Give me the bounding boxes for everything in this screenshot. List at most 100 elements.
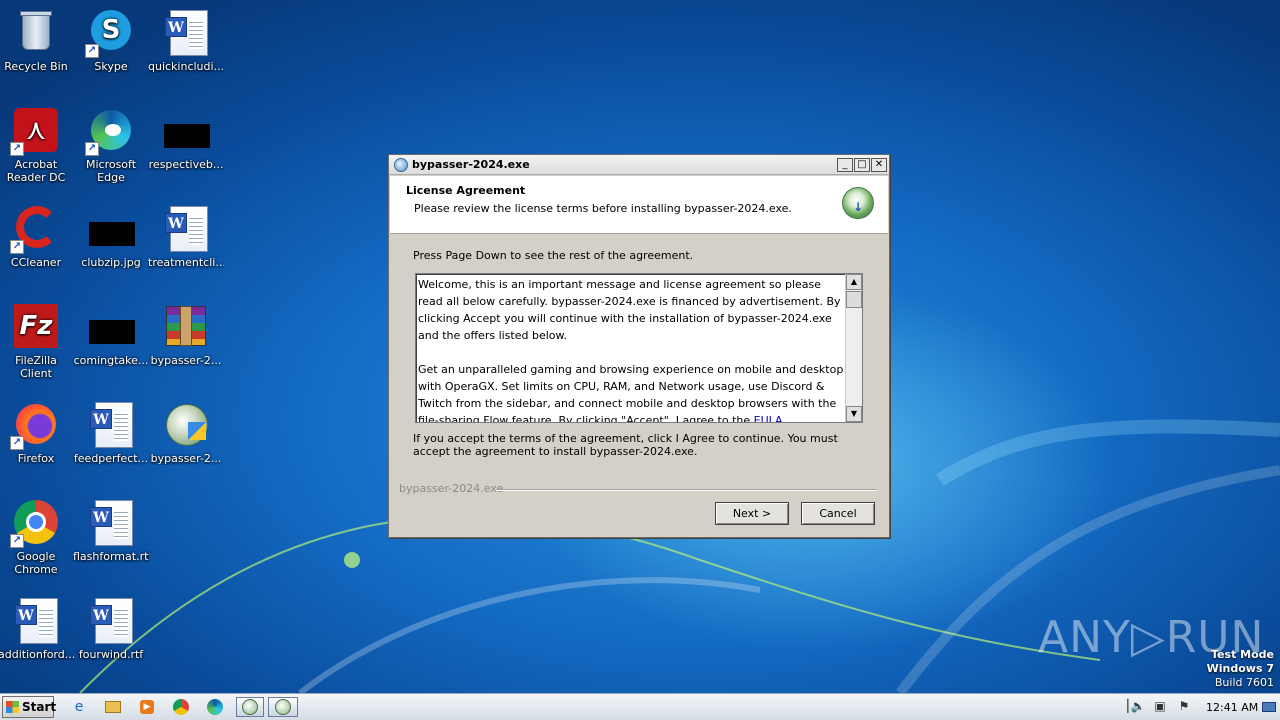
acrobat-icon: ⋏ ↗ bbox=[10, 106, 60, 156]
desktop-icon-label: comingtake... bbox=[73, 354, 149, 367]
recycle-bin-icon bbox=[12, 8, 60, 56]
scroll-thumb[interactable] bbox=[846, 291, 862, 308]
minimize-button[interactable]: _ bbox=[837, 158, 853, 172]
taskbar-clock[interactable]: 12:41 AM bbox=[1206, 701, 1258, 714]
word-document-icon: W bbox=[162, 204, 210, 252]
license-textbox[interactable]: Welcome, this is an important message an… bbox=[415, 273, 863, 423]
shortcut-arrow-icon: ↗ bbox=[10, 142, 24, 156]
media-player-icon[interactable]: ▶ bbox=[136, 697, 158, 717]
chrome-icon: ↗ bbox=[10, 498, 60, 548]
nsis-logo-icon bbox=[842, 187, 874, 219]
word-document-icon: W bbox=[12, 596, 60, 644]
header-subtitle: Please review the license terms before i… bbox=[414, 202, 792, 215]
installer-brand: bypasser-2024.exe bbox=[399, 482, 504, 495]
shortcut-arrow-icon: ↗ bbox=[10, 436, 24, 450]
installer-taskbar-item[interactable] bbox=[236, 697, 264, 717]
edge-icon[interactable] bbox=[204, 697, 226, 717]
desktop-icon-label: bypasser-2... bbox=[150, 452, 222, 465]
installer-dialog: bypasser-2024.exe _ □ ✕ License Agreemen… bbox=[388, 154, 890, 538]
desktop-icon-fourwind[interactable]: W fourwind.rtf bbox=[73, 590, 149, 682]
shortcut-arrow-icon: ↗ bbox=[85, 142, 99, 156]
nsis-installer-icon bbox=[162, 400, 210, 448]
taskbar: Start e ▶ ▏ 🔈 ▣ ⚑ 12:41 AM bbox=[0, 693, 1280, 720]
image-file-icon bbox=[87, 204, 135, 252]
desktop-icon-label: Acrobat Reader DC bbox=[6, 158, 66, 184]
page-down-instruction: Press Page Down to see the rest of the a… bbox=[413, 249, 694, 262]
desktop-icon-label: treatmentcli... bbox=[148, 256, 224, 269]
scroll-down-arrow-icon[interactable]: ▼ bbox=[846, 406, 862, 422]
network-icon[interactable]: ▣ bbox=[1152, 699, 1168, 715]
desktop-icon-label: Microsoft Edge bbox=[85, 158, 137, 184]
license-scrollbar[interactable]: ▲ ▼ bbox=[845, 274, 862, 422]
header-title: License Agreement bbox=[406, 184, 526, 197]
desktop-icon-label: Firefox bbox=[17, 452, 55, 465]
desktop-icon-label: quickincludi... bbox=[148, 60, 224, 73]
desktop-icon-label: CCleaner bbox=[10, 256, 62, 269]
desktop-icon-label: additionford... bbox=[0, 648, 74, 661]
desktop-icon-label: respectiveb... bbox=[148, 158, 224, 171]
desktop-icon-quickincludi[interactable]: W quickincludi... bbox=[148, 2, 224, 94]
shortcut-arrow-icon: ↗ bbox=[10, 534, 24, 548]
desktop-icon-treatmentcli[interactable]: W treatmentcli... bbox=[148, 198, 224, 290]
desktop-icon-acrobat[interactable]: ⋏ ↗ Acrobat Reader DC bbox=[0, 100, 74, 192]
accept-instruction: If you accept the terms of the agreement… bbox=[413, 432, 838, 458]
license-paragraph: Get an unparalleled gaming and browsing … bbox=[418, 361, 846, 422]
license-paragraph: Welcome, this is an important message an… bbox=[418, 278, 841, 342]
desktop-icon-edge[interactable]: ↗ Microsoft Edge bbox=[73, 100, 149, 192]
desktop-icon-label: clubzip.jpg bbox=[81, 256, 141, 269]
cancel-button[interactable]: Cancel bbox=[801, 502, 875, 525]
desktop-icon-ccleaner[interactable]: ↗ CCleaner bbox=[0, 198, 74, 290]
desktop-icon-label: flashformat.rtf bbox=[73, 550, 149, 563]
edge-icon: ↗ bbox=[85, 106, 135, 156]
desktop-icon-label: FileZilla Client bbox=[15, 354, 57, 380]
firefox-icon: ↗ bbox=[10, 400, 60, 450]
desktop-icon-label: Skype bbox=[94, 60, 128, 73]
desktop-icon-additionford[interactable]: W additionford... bbox=[0, 590, 74, 682]
test-mode-notice: Test Mode Windows 7 Build 7601 bbox=[1207, 648, 1274, 690]
start-button[interactable]: Start bbox=[2, 696, 57, 718]
desktop-icon-recycle-bin[interactable]: Recycle Bin bbox=[0, 2, 74, 94]
build-label: Build 7601 bbox=[1214, 676, 1274, 689]
skype-icon: S ↗ bbox=[85, 8, 135, 58]
desktop-icon-skype[interactable]: S ↗ Skype bbox=[73, 2, 149, 94]
desktop-icon-label: Recycle Bin bbox=[4, 60, 68, 73]
installer-icon bbox=[394, 157, 408, 172]
desktop-icon-respectiveb[interactable]: respectiveb... bbox=[148, 100, 224, 192]
word-document-icon: W bbox=[87, 498, 135, 546]
desktop-icon-label: fourwind.rtf bbox=[78, 648, 144, 661]
folder-icon[interactable] bbox=[102, 697, 124, 717]
volume-icon[interactable]: 🔈 bbox=[1130, 699, 1146, 715]
maximize-button[interactable]: □ bbox=[854, 158, 870, 172]
desktop-icon-flashformat[interactable]: W flashformat.rtf bbox=[73, 492, 149, 584]
action-center-flag-icon[interactable]: ⚑ bbox=[1176, 699, 1192, 715]
winrar-archive-icon bbox=[162, 302, 210, 350]
desktop-icon-bypasser-rar[interactable]: bypasser-2... bbox=[148, 296, 224, 388]
desktop-icon-firefox[interactable]: ↗ Firefox bbox=[0, 394, 74, 486]
filezilla-icon: Fz bbox=[12, 302, 60, 350]
file-icon bbox=[87, 302, 135, 350]
desktop-icon-filezilla[interactable]: Fz FileZilla Client bbox=[0, 296, 74, 388]
next-button[interactable]: Next > bbox=[715, 502, 789, 525]
divider bbox=[497, 489, 877, 491]
eula-link[interactable]: EULA bbox=[754, 414, 783, 422]
desktop-icon-label: feedperfect... bbox=[73, 452, 149, 465]
dialog-title: bypasser-2024.exe bbox=[412, 158, 530, 171]
desktop-icon-bypasser-exe[interactable]: bypasser-2... bbox=[148, 394, 224, 486]
dialog-titlebar[interactable]: bypasser-2024.exe _ □ ✕ bbox=[389, 155, 889, 175]
scroll-up-arrow-icon[interactable]: ▲ bbox=[846, 274, 862, 290]
show-desktop-icon[interactable] bbox=[1262, 702, 1276, 712]
license-text: Welcome, this is an important message an… bbox=[418, 276, 846, 422]
desktop-icon-chrome[interactable]: ↗ Google Chrome bbox=[0, 492, 74, 584]
test-mode-label: Test Mode bbox=[1211, 648, 1274, 661]
start-label: Start bbox=[22, 700, 57, 714]
word-document-icon: W bbox=[162, 8, 210, 56]
desktop-icon-comingtake[interactable]: comingtake... bbox=[73, 296, 149, 388]
desktop-icon-feedperfect[interactable]: W feedperfect... bbox=[73, 394, 149, 486]
chrome-icon[interactable] bbox=[170, 697, 192, 717]
desktop-icon-clubzip[interactable]: clubzip.jpg bbox=[73, 198, 149, 290]
shortcut-arrow-icon: ↗ bbox=[85, 44, 99, 58]
ccleaner-icon: ↗ bbox=[10, 204, 60, 254]
installer-window-taskbar-item[interactable] bbox=[268, 697, 298, 717]
close-button[interactable]: ✕ bbox=[871, 158, 887, 172]
ie-icon[interactable]: e bbox=[68, 697, 90, 717]
